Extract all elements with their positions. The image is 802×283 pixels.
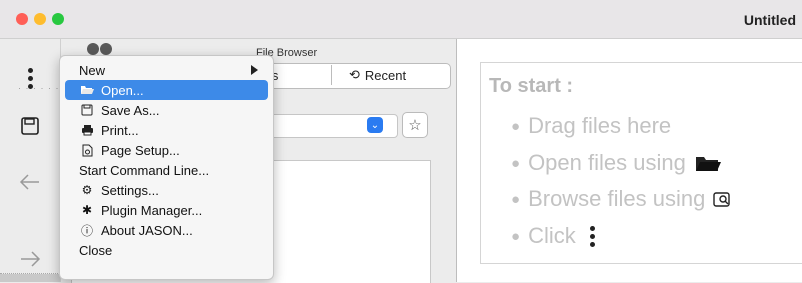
hint-drag-files: ● Drag files here bbox=[511, 113, 672, 138]
back-arrow-icon bbox=[19, 174, 39, 190]
hint-text: Drag files here bbox=[528, 113, 672, 138]
menu-item-label: Save As... bbox=[101, 102, 160, 118]
main-editor-area[interactable]: To start : ● Drag files here ● Open files … bbox=[457, 39, 802, 282]
menu-item-label: Open... bbox=[101, 82, 144, 98]
info-icon: ⓘ bbox=[80, 223, 93, 238]
menu-item-about[interactable]: ⓘ About JASON... bbox=[65, 220, 268, 240]
hint-text: Click bbox=[528, 223, 576, 248]
disk-icon bbox=[79, 102, 95, 118]
menu-item-label: Close bbox=[79, 242, 113, 258]
menu-item-page-setup[interactable]: Page Setup... bbox=[65, 140, 268, 160]
menu-item-print[interactable]: Print... bbox=[65, 120, 268, 140]
printer-icon bbox=[79, 122, 95, 138]
page-setup-icon bbox=[79, 142, 95, 158]
chevron-down-icon[interactable]: ⌄ bbox=[367, 117, 383, 133]
zoom-window-button[interactable] bbox=[52, 13, 64, 25]
menu-item-open[interactable]: Open... bbox=[65, 80, 268, 100]
menu-item-label: Print... bbox=[101, 122, 139, 138]
folder-icon bbox=[79, 82, 95, 98]
favorite-star-button[interactable]: ☆ bbox=[402, 112, 428, 138]
menu-item-new[interactable]: New bbox=[65, 60, 268, 80]
tab-recent-label: Recent bbox=[364, 67, 407, 83]
floppy-icon bbox=[21, 117, 39, 135]
menu-item-start-command-line[interactable]: Start Command Line... bbox=[65, 160, 268, 180]
main-menu: New Open... Save As... Print... Page Set… bbox=[59, 55, 274, 280]
hint-open-files: ● Open files using bbox=[511, 150, 722, 176]
menu-item-label: About JASON... bbox=[101, 222, 193, 238]
menu-item-label: Start Command Line... bbox=[79, 162, 210, 178]
save-button[interactable] bbox=[12, 111, 48, 141]
start-instructions: To start : ● Drag files here ● Open files … bbox=[480, 62, 802, 264]
menu-item-plugin-manager[interactable]: ✱ Plugin Manager... bbox=[65, 200, 268, 220]
menu-item-label: Page Setup... bbox=[101, 142, 180, 158]
hint-text: Browse files using bbox=[528, 186, 706, 211]
vertical-dots-icon bbox=[27, 67, 33, 89]
menu-item-save-as[interactable]: Save As... bbox=[65, 100, 268, 120]
vertical-dots-icon bbox=[589, 225, 595, 247]
open-folder-icon bbox=[695, 157, 721, 171]
forward-arrow-icon bbox=[21, 251, 41, 267]
panel-controls bbox=[87, 43, 112, 55]
close-window-button[interactable] bbox=[16, 13, 28, 25]
menu-item-label: New bbox=[79, 62, 106, 78]
back-button[interactable] bbox=[12, 167, 48, 197]
toolbar-footer bbox=[0, 274, 60, 282]
left-toolbar: · · · · · · bbox=[0, 39, 61, 282]
panel-float-icon[interactable] bbox=[100, 43, 112, 55]
menu-item-label: Settings... bbox=[101, 182, 159, 198]
panel-close-icon[interactable] bbox=[87, 43, 99, 55]
tab-recent[interactable]: ⟲ Recent bbox=[349, 67, 406, 83]
forward-button[interactable] bbox=[12, 244, 48, 274]
submenu-arrow-icon bbox=[251, 65, 258, 75]
title-bar: Untitled bbox=[0, 0, 802, 39]
hint-text: Open files using bbox=[528, 150, 686, 175]
minimize-window-button[interactable] bbox=[34, 13, 46, 25]
menu-item-close[interactable]: Close bbox=[65, 240, 268, 260]
hint-click: ● Click bbox=[511, 223, 595, 249]
start-title: To start : bbox=[489, 75, 574, 97]
star-icon: ☆ bbox=[408, 117, 422, 134]
puzzle-icon: ✱ bbox=[81, 203, 93, 217]
browse-icon bbox=[713, 192, 731, 207]
tab-divider bbox=[331, 65, 332, 85]
menu-item-label: Plugin Manager... bbox=[101, 202, 203, 218]
history-icon: ⟲ bbox=[349, 67, 360, 82]
gear-icon: ⚙ bbox=[81, 183, 93, 197]
hint-browse-files: ● Browse files using bbox=[511, 186, 733, 212]
more-menu-button[interactable] bbox=[12, 63, 48, 93]
menu-item-settings[interactable]: ⚙ Settings... bbox=[65, 180, 268, 200]
window-title: Untitled bbox=[743, 12, 796, 28]
